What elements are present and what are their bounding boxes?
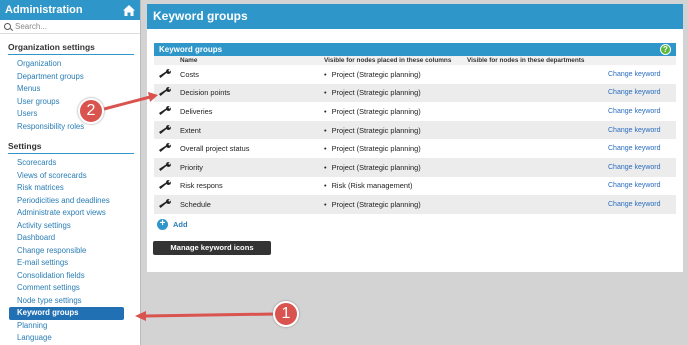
sidebar-header: Administration [0, 0, 140, 20]
panel-header: Keyword groups ? [154, 43, 676, 56]
keyword-name: Overall project status [180, 144, 250, 154]
col-departments: Visible for nodes in these departments [467, 57, 585, 64]
keyword-column: Project (Strategic planning) [324, 144, 467, 153]
sidebar-item-node-type-settings[interactable]: Node type settings [0, 295, 140, 308]
change-keyword-link[interactable]: Change keyword [608, 182, 676, 189]
sidebar-item-menus[interactable]: Menus [0, 83, 140, 96]
sidebar-item-comment-settings[interactable]: Comment settings [0, 282, 140, 295]
main-content: Keyword groups Keyword groups ? Name Vis… [147, 4, 683, 272]
table-row: Costs Project (Strategic planning) Chang… [154, 65, 676, 84]
keyword-table: Costs Project (Strategic planning) Chang… [154, 65, 676, 214]
keyword-column: Risk (Risk management) [324, 181, 467, 190]
wrench-icon[interactable] [159, 161, 172, 173]
change-keyword-link[interactable]: Change keyword [608, 201, 676, 208]
keyword-name: Risk respons [180, 181, 223, 191]
table-row: Decision points Project (Strategic plann… [154, 83, 676, 103]
sidebar-item-users[interactable]: Users [0, 108, 140, 121]
keyword-name: Priority [180, 162, 203, 172]
section-settings: Settings [8, 141, 134, 154]
table-row: Overall project status Project (Strategi… [154, 139, 676, 158]
table-row: Extent Project (Strategic planning) Chan… [154, 120, 676, 140]
change-keyword-link[interactable]: Change keyword [608, 145, 676, 152]
keyword-column: Project (Strategic planning) [324, 70, 467, 79]
sidebar-title: Administration [5, 4, 83, 16]
content-area: Keyword groups ? Name Visible for nodes … [147, 29, 683, 272]
wrench-icon[interactable] [159, 105, 172, 117]
sidebar-item-export-views[interactable]: Administrate export views [0, 207, 140, 220]
sidebar-item-change-responsible[interactable]: Change responsible [0, 245, 140, 258]
sidebar-item-scorecards[interactable]: Scorecards [0, 157, 140, 170]
keyword-name: Schedule [180, 199, 211, 209]
change-keyword-link[interactable]: Change keyword [608, 127, 676, 134]
table-header: Name Visible for nodes placed in these c… [154, 56, 676, 65]
add-label: Add [173, 219, 188, 229]
sidebar-item-user-groups[interactable]: User groups [0, 96, 140, 109]
callout-1: 1 [273, 301, 299, 327]
change-keyword-link[interactable]: Change keyword [608, 71, 676, 78]
manage-keyword-icons-button[interactable]: Manage keyword icons [153, 241, 271, 255]
sidebar-item-periodicities[interactable]: Periodicities and deadlines [0, 195, 140, 208]
section-organization-settings: Organization settings [8, 42, 134, 55]
search-field[interactable]: Search... [0, 20, 140, 34]
keyword-name: Deliveries [180, 106, 213, 116]
sidebar: Administration Search... Organization se… [0, 0, 141, 345]
page-title: Keyword groups [147, 4, 683, 29]
keyword-column: Project (Strategic planning) [324, 88, 467, 97]
keyword-column: Project (Strategic planning) [324, 163, 467, 172]
add-keyword-group[interactable]: + Add [154, 218, 676, 230]
sidebar-item-consolidation-fields[interactable]: Consolidation fields [0, 270, 140, 283]
table-row: Schedule Project (Strategic planning) Ch… [154, 195, 676, 214]
sidebar-item-activity-settings[interactable]: Activity settings [0, 220, 140, 233]
org-settings-list: Organization Department groups Menus Use… [0, 58, 140, 133]
home-icon[interactable] [123, 4, 135, 16]
settings-list: Scorecards Views of scorecards Risk matr… [0, 157, 140, 345]
keyword-name: Extent [180, 125, 201, 135]
keyword-name: Decision points [180, 88, 231, 98]
wrench-icon[interactable] [159, 87, 172, 98]
keyword-column: Project (Strategic planning) [324, 200, 467, 209]
search-icon [4, 23, 11, 30]
table-row: Deliveries Project (Strategic planning) … [154, 102, 676, 121]
help-icon[interactable]: ? [660, 44, 671, 55]
keyword-name: Costs [180, 69, 199, 79]
sidebar-item-planning[interactable]: Planning [0, 320, 140, 333]
sidebar-item-language[interactable]: Language [0, 332, 140, 345]
sidebar-item-risk-matrices[interactable]: Risk matrices [0, 182, 140, 195]
sidebar-item-department-groups[interactable]: Department groups [0, 71, 140, 84]
sidebar-item-responsibility-roles[interactable]: Responsibility roles [0, 121, 140, 134]
change-keyword-link[interactable]: Change keyword [608, 108, 676, 115]
plus-icon: + [157, 218, 168, 230]
wrench-icon[interactable] [159, 124, 172, 136]
wrench-icon[interactable] [159, 143, 172, 154]
callout-2: 2 [78, 98, 104, 124]
table-row: Risk respons Risk (Risk management) Chan… [154, 177, 676, 196]
panel-title: Keyword groups [159, 45, 223, 54]
sidebar-item-organization[interactable]: Organization [0, 58, 140, 71]
sidebar-item-email-settings[interactable]: E-mail settings [0, 257, 140, 270]
wrench-icon[interactable] [159, 180, 172, 191]
col-name: Name [180, 57, 198, 64]
sidebar-item-dashboard[interactable]: Dashboard [0, 232, 140, 245]
keyword-column: Project (Strategic planning) [324, 107, 467, 116]
col-columns: Visible for nodes placed in these column… [324, 57, 452, 64]
change-keyword-link[interactable]: Change keyword [608, 89, 676, 96]
search-placeholder: Search... [15, 22, 48, 31]
change-keyword-link[interactable]: Change keyword [608, 164, 676, 171]
wrench-icon[interactable] [159, 198, 172, 210]
sidebar-item-views-of-scorecards[interactable]: Views of scorecards [0, 170, 140, 183]
sidebar-item-keyword-groups[interactable]: Keyword groups [9, 307, 124, 320]
table-row: Priority Project (Strategic planning) Ch… [154, 157, 676, 177]
keyword-column: Project (Strategic planning) [324, 126, 467, 135]
wrench-icon[interactable] [159, 68, 172, 80]
